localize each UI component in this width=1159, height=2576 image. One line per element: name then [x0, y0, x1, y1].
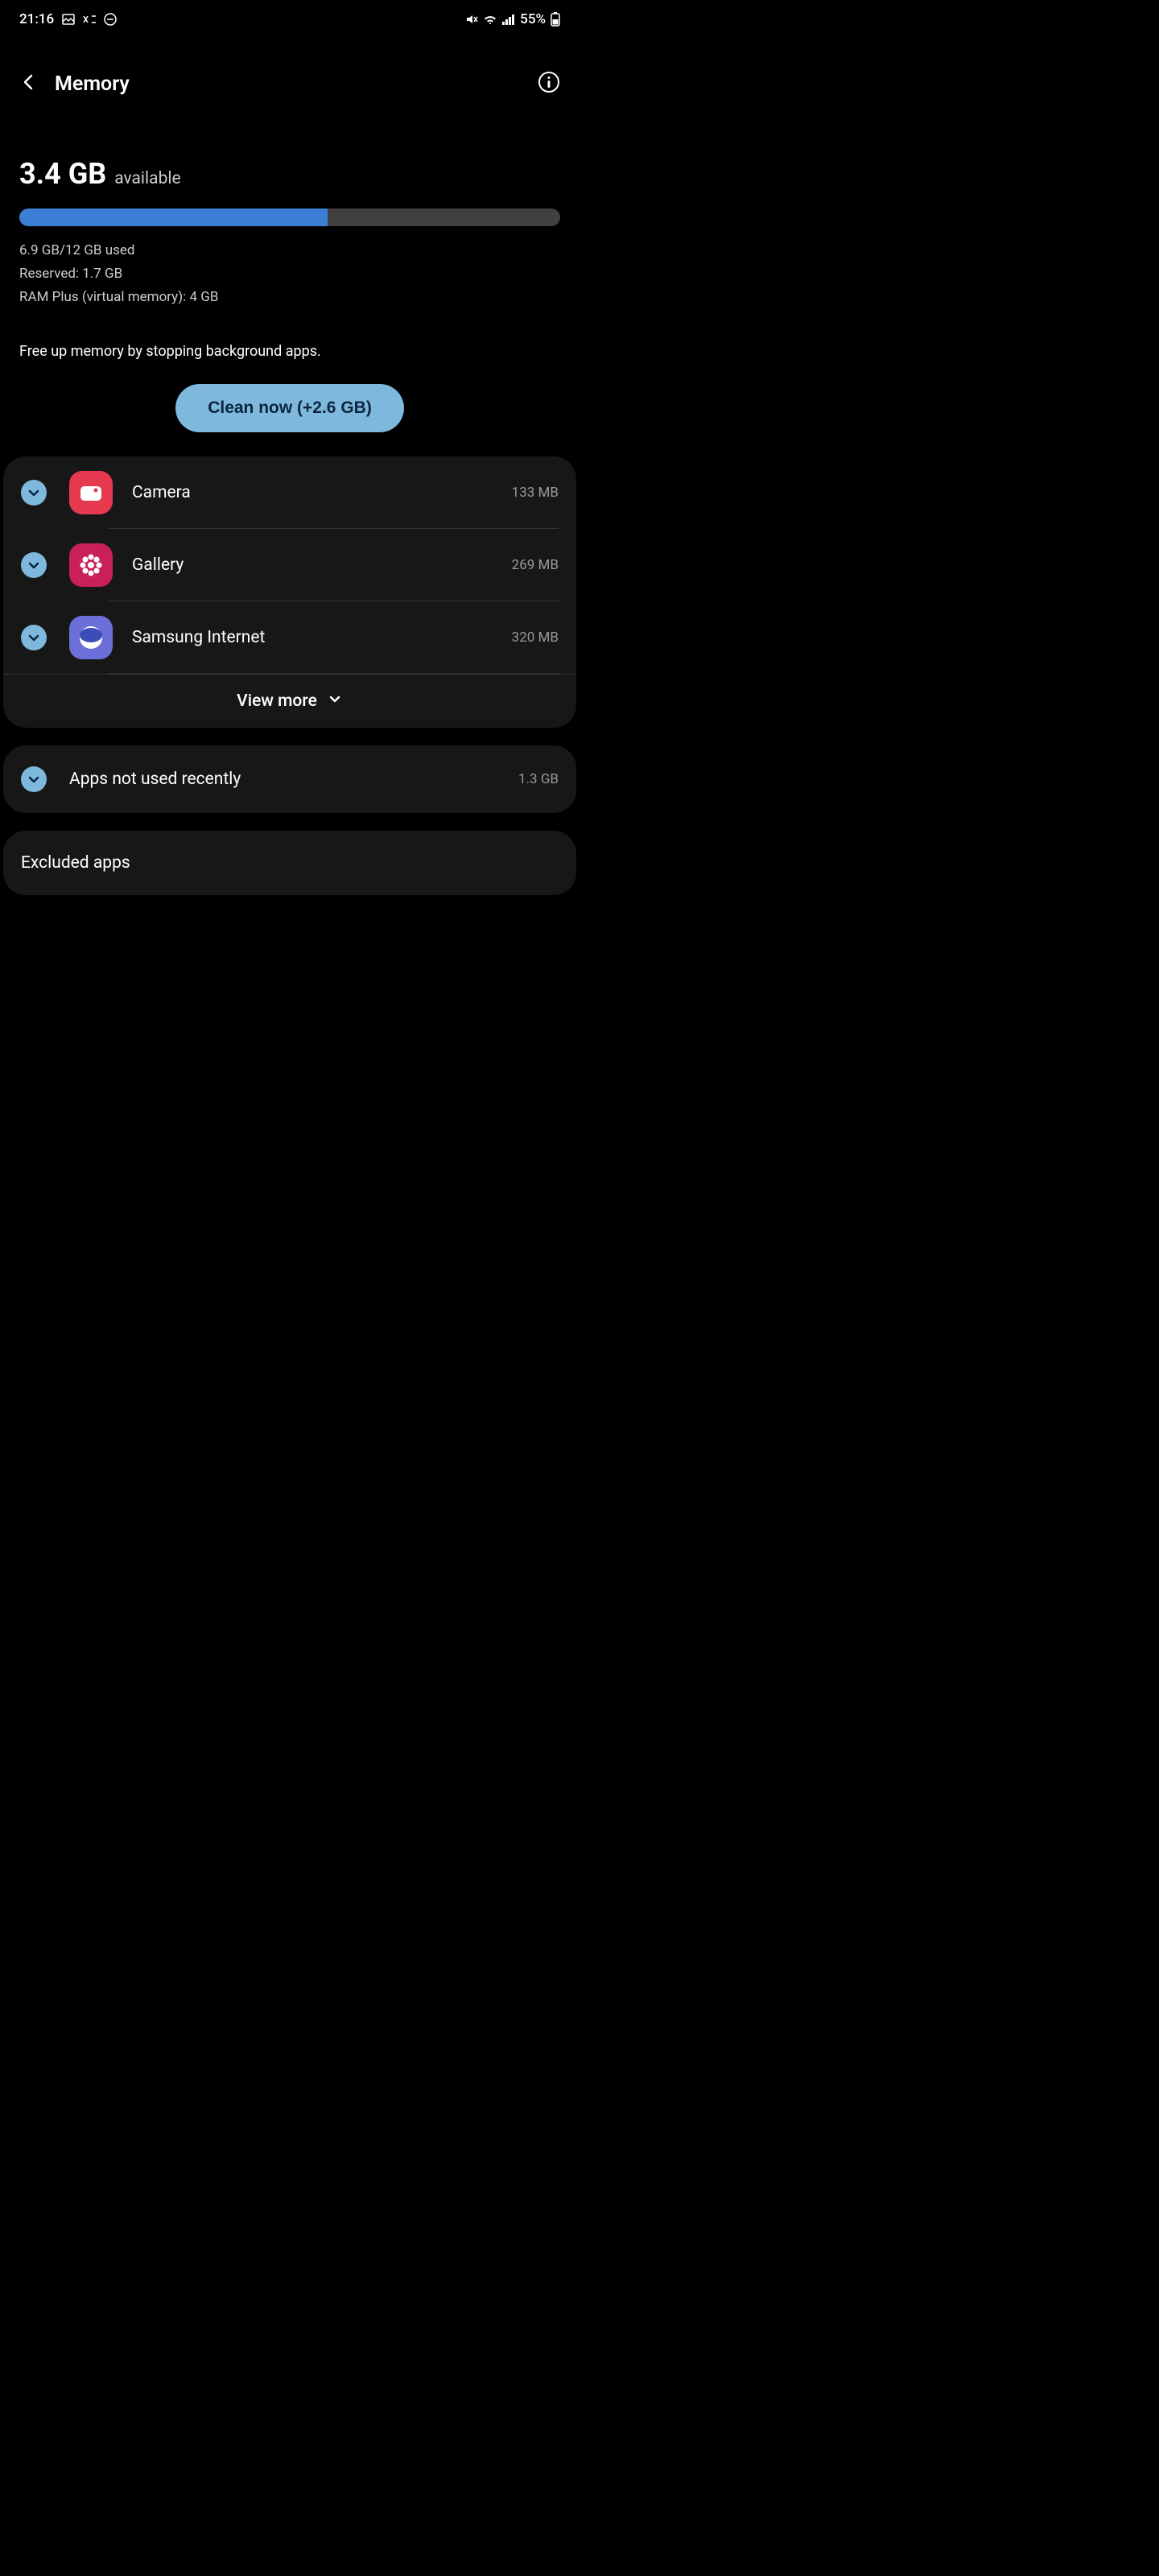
internet-icon — [69, 616, 113, 659]
not-used-size: 1.3 GB — [518, 771, 559, 787]
signal-icon — [502, 14, 515, 25]
memory-stats: 3.4 GB available 6.9 GB/12 GB used Reser… — [0, 113, 580, 317]
available-label: available — [114, 169, 180, 188]
app-name: Gallery — [132, 555, 512, 575]
chevron-down-icon — [327, 691, 343, 712]
page-title: Memory — [55, 72, 522, 96]
battery-icon — [551, 12, 560, 27]
wifi-icon — [483, 14, 497, 25]
check-toggle[interactable] — [21, 625, 47, 650]
clean-now-button[interactable]: Clean now (+2.6 GB) — [175, 384, 404, 432]
excluded-apps-card[interactable]: Excluded apps — [3, 831, 576, 895]
shuffle-icon — [83, 14, 96, 24]
camera-icon — [69, 471, 113, 514]
app-name: Camera — [132, 483, 512, 502]
app-size: 133 MB — [512, 485, 559, 501]
status-bar: 21:16 55% — [0, 0, 580, 39]
memory-progress-fill — [19, 208, 328, 226]
view-more-label: View more — [237, 691, 317, 711]
app-size: 269 MB — [512, 557, 559, 573]
app-row-camera[interactable]: Camera 133 MB — [3, 456, 576, 529]
check-toggle[interactable] — [21, 552, 47, 578]
back-button[interactable] — [19, 72, 39, 95]
app-row-gallery[interactable]: Gallery 269 MB — [3, 529, 576, 601]
reserved-line: Reserved: 1.7 GB — [19, 262, 560, 286]
ram-plus-line: RAM Plus (virtual memory): 4 GB — [19, 286, 560, 309]
app-name: Samsung Internet — [132, 628, 512, 647]
app-size: 320 MB — [512, 630, 559, 646]
used-line: 6.9 GB/12 GB used — [19, 239, 560, 262]
not-used-label: Apps not used recently — [69, 770, 518, 789]
info-button[interactable] — [538, 71, 560, 97]
page-header: Memory — [0, 39, 580, 113]
battery-text: 55% — [520, 11, 546, 27]
memory-progress-bar — [19, 208, 560, 226]
gallery-icon — [69, 543, 113, 587]
available-value: 3.4 GB — [19, 157, 106, 191]
picture-icon — [62, 13, 75, 26]
check-toggle[interactable] — [21, 766, 47, 792]
app-row-samsung-internet[interactable]: Samsung Internet 320 MB — [3, 601, 576, 674]
not-used-card[interactable]: Apps not used recently 1.3 GB — [3, 745, 576, 813]
mute-icon — [465, 13, 478, 26]
dnd-icon — [104, 13, 117, 26]
apps-card: Camera 133 MB Gallery 269 MB Samsung Int… — [3, 456, 576, 728]
status-time: 21:16 — [19, 11, 54, 27]
free-up-text: Free up memory by stopping background ap… — [0, 317, 580, 360]
view-more-button[interactable]: View more — [3, 674, 576, 728]
check-toggle[interactable] — [21, 480, 47, 506]
excluded-apps-label: Excluded apps — [3, 831, 576, 895]
